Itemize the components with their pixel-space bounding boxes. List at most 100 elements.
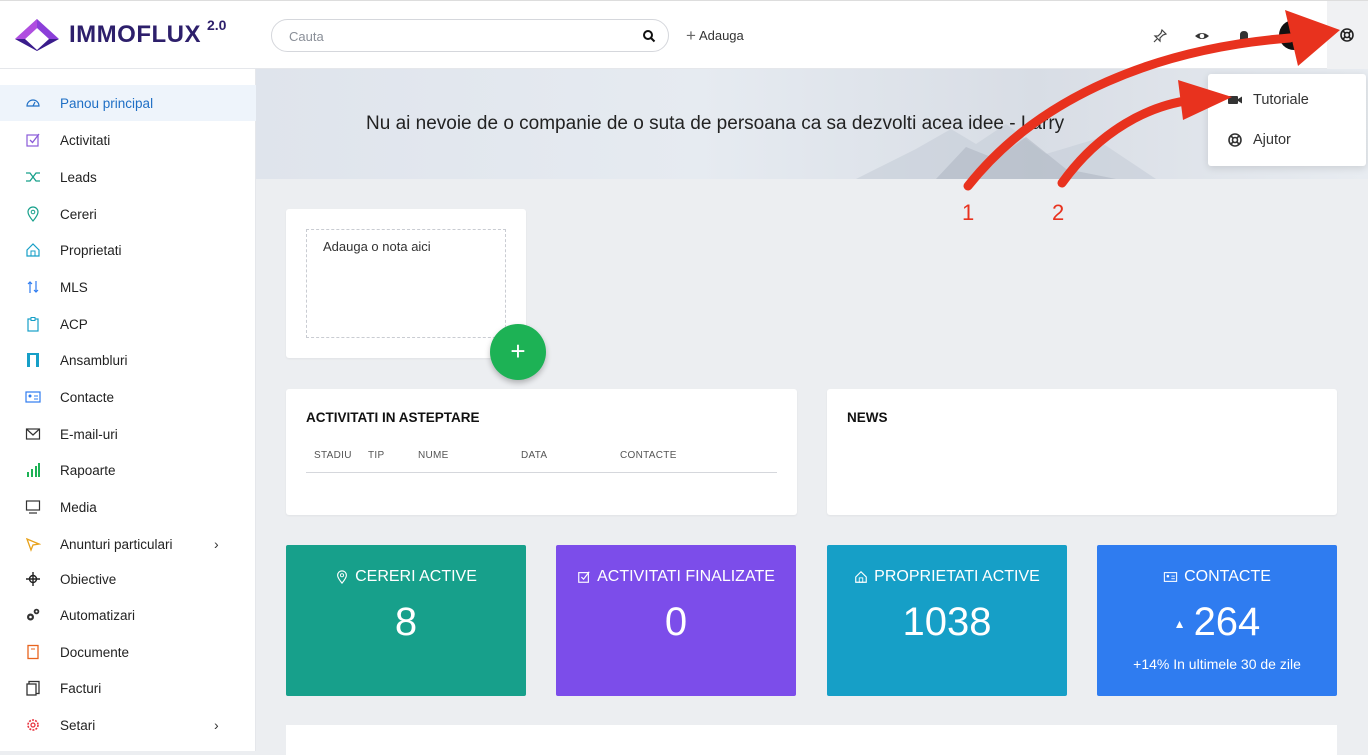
stat-title-label: ACTIVITATI FINALIZATE xyxy=(597,568,775,585)
search-icon[interactable] xyxy=(642,29,656,43)
sidebar-item-obiective[interactable]: Obiective xyxy=(0,561,256,597)
menu-item-ajutor[interactable]: Ajutor xyxy=(1208,122,1366,158)
stat-title-label: PROPRIETATI ACTIVE xyxy=(874,568,1040,585)
sidebar-item-media[interactable]: Media xyxy=(0,489,256,525)
column-header[interactable]: STADIU xyxy=(314,450,352,461)
stat-value-number: 264 xyxy=(1193,600,1261,644)
news-card: NEWS xyxy=(827,389,1337,515)
sidebar-item-cereri[interactable]: Cereri xyxy=(0,196,256,232)
stat-title-label: CONTACTE xyxy=(1184,568,1271,585)
table-divider xyxy=(306,472,777,473)
add-button[interactable]: + Adauga xyxy=(686,26,744,45)
annotation-label-1: 1 xyxy=(962,200,975,225)
search-input[interactable] xyxy=(287,28,631,45)
sidebar-item-documente[interactable]: Documente xyxy=(0,634,256,670)
home-icon xyxy=(26,243,40,257)
sidebar-item-e-mail-uri[interactable]: E-mail-uri xyxy=(0,416,256,452)
menu-item-label: Tutoriale xyxy=(1253,92,1309,108)
card-title: NEWS xyxy=(847,410,888,425)
sidebar-item-label: Facturi xyxy=(60,680,102,696)
menu-item-label: Ajutor xyxy=(1253,132,1291,148)
sidebar-item-anunturi-particulari[interactable]: Anunturi particulari › xyxy=(0,526,256,562)
stat-title: CONTACTE xyxy=(1097,568,1337,586)
pin-icon[interactable] xyxy=(1152,28,1168,44)
shuffle-icon xyxy=(26,172,40,182)
id-card-icon xyxy=(1163,572,1178,582)
gears-icon xyxy=(27,608,40,621)
eye-icon[interactable] xyxy=(1194,28,1210,44)
sidebar-item-proprietati[interactable]: Proprietati xyxy=(0,232,256,268)
sidebar-item-rapoarte[interactable]: Rapoarte xyxy=(0,452,256,488)
app-name: IMMOFLUX xyxy=(69,21,201,48)
stat-value: ▲ 264 xyxy=(1097,600,1337,645)
stat-card-activitati-finalizate[interactable]: ACTIVITATI FINALIZATE 0 xyxy=(556,545,796,696)
stat-title: PROPRIETATI ACTIVE xyxy=(827,568,1067,586)
add-button-label: Adauga xyxy=(698,28,744,43)
help-menu-toggle[interactable] xyxy=(1327,1,1368,69)
column-header[interactable]: DATA xyxy=(521,450,547,461)
map-pin-icon xyxy=(27,206,39,222)
sidebar-item-acp[interactable]: ACP xyxy=(0,306,256,342)
target-icon xyxy=(26,572,40,586)
stat-card-contacte[interactable]: CONTACTE ▲ 264 +14% In ultimele 30 de zil… xyxy=(1097,545,1337,696)
sidebar-item-label: Anunturi particulari xyxy=(60,536,173,552)
stat-card-cereri-active[interactable]: CERERI ACTIVE 8 xyxy=(286,545,526,696)
sidebar-item-mls[interactable]: MLS xyxy=(0,269,256,305)
top-bar: IMMOFLUX 2.0 + Adauga xyxy=(0,0,1368,69)
note-placeholder: Adauga o nota aici xyxy=(323,239,431,254)
envelope-icon xyxy=(25,428,41,440)
chevron-right-icon: › xyxy=(214,717,219,733)
sidebar-item-label: Proprietati xyxy=(60,242,122,258)
sidebar-item-panou-principal[interactable]: Panou principal xyxy=(0,85,256,121)
column-header[interactable]: TIP xyxy=(368,450,384,461)
sidebar-item-automatizari[interactable]: Automatizari xyxy=(0,597,256,633)
card-title: ACTIVITATI IN ASTEPTARE xyxy=(306,410,480,425)
stat-title: ACTIVITATI FINALIZATE xyxy=(556,568,796,586)
add-note-button[interactable]: + xyxy=(490,324,546,380)
help-dropdown: Tutoriale Ajutor xyxy=(1208,74,1366,166)
arrows-icon xyxy=(27,281,39,293)
sidebar: Panou principal Activitati Leads Cereri … xyxy=(0,69,256,751)
stat-title: CERERI ACTIVE xyxy=(286,568,526,586)
sidebar-item-activitati[interactable]: Activitati xyxy=(0,122,256,158)
id-card-icon xyxy=(25,391,41,403)
sidebar-item-label: MLS xyxy=(60,279,88,295)
building-icon xyxy=(27,353,39,367)
monitor-icon xyxy=(25,500,41,514)
stat-value: 1038 xyxy=(902,600,992,644)
app-logo[interactable]: IMMOFLUX 2.0 xyxy=(15,17,227,51)
sidebar-item-label: Leads xyxy=(60,169,97,185)
note-input[interactable]: Adauga o nota aici xyxy=(306,229,506,338)
bar-chart-icon xyxy=(27,463,40,477)
annotation-label-2: 2 xyxy=(1052,200,1065,225)
sidebar-item-label: Cereri xyxy=(60,206,97,222)
document-icon xyxy=(27,644,39,660)
sidebar-item-contacte[interactable]: Contacte xyxy=(0,379,256,415)
quote-banner: Nu ai nevoie de o companie de o suta de … xyxy=(256,69,1368,179)
plus-icon: + xyxy=(686,26,696,45)
sidebar-item-label: Panou principal xyxy=(60,95,154,111)
invoice-icon xyxy=(26,680,40,696)
stat-card-proprietati-active[interactable]: PROPRIETATI ACTIVE 1038 xyxy=(827,545,1067,696)
sidebar-item-label: ACP xyxy=(60,316,88,332)
chevron-right-icon: › xyxy=(214,536,219,552)
logo-icon xyxy=(15,19,59,51)
column-header[interactable]: NUME xyxy=(418,450,449,461)
sidebar-item-facturi[interactable]: Facturi xyxy=(0,670,256,706)
lifebuoy-icon xyxy=(1228,133,1242,147)
sidebar-item-setari[interactable]: Setari › xyxy=(0,707,256,743)
user-avatar[interactable] xyxy=(1279,20,1309,50)
sidebar-item-label: Documente xyxy=(60,644,130,660)
sidebar-item-leads[interactable]: Leads xyxy=(0,159,256,195)
column-header[interactable]: CONTACTE xyxy=(620,450,677,461)
sidebar-item-label: Media xyxy=(60,499,97,515)
bell-icon[interactable] xyxy=(1236,28,1252,44)
lifebuoy-icon xyxy=(1340,28,1354,42)
video-camera-icon xyxy=(1228,96,1242,104)
dashboard-icon xyxy=(26,99,40,107)
map-pin-icon xyxy=(337,570,348,584)
sidebar-item-ansambluri[interactable]: Ansambluri xyxy=(0,342,256,378)
menu-item-tutoriale[interactable]: Tutoriale xyxy=(1208,82,1366,118)
plus-icon: + xyxy=(510,336,526,366)
app-version: 2.0 xyxy=(206,17,227,33)
